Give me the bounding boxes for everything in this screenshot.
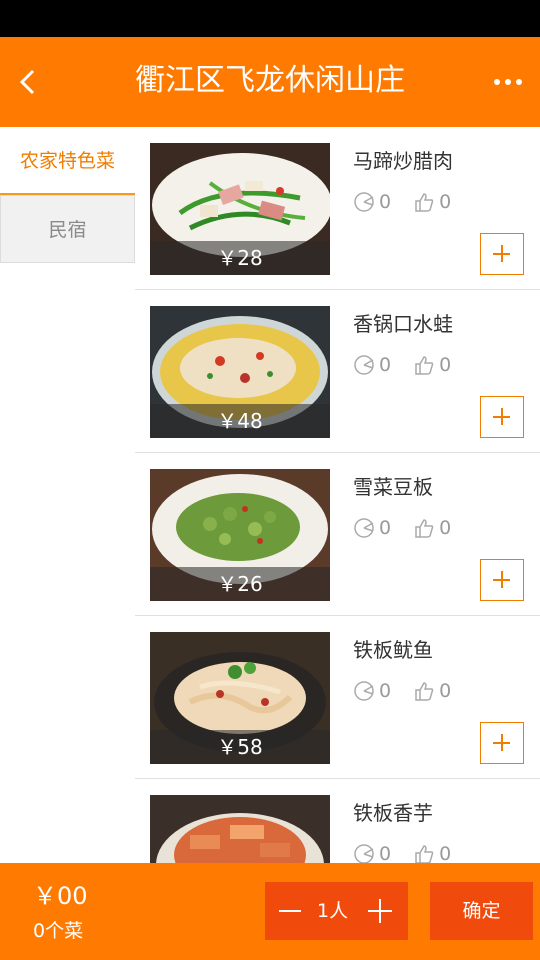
dish-name: 雪菜豆板 <box>353 475 433 499</box>
category-sidebar: 农家特色菜 民宿 <box>0 127 135 863</box>
thumbs-up-icon <box>415 682 434 701</box>
more-dots-icon <box>494 79 500 85</box>
dish-image: ￥28 <box>150 143 330 275</box>
view-count-icon <box>354 355 374 375</box>
dish-stats: 0 0 <box>353 352 473 378</box>
list-item[interactable]: ￥58 铁板鱿鱼 0 0 <box>135 616 540 779</box>
order-total: ￥00 <box>33 882 88 910</box>
list-item[interactable]: ￥48 香锅口水蛙 0 0 <box>135 290 540 453</box>
dish-price: ￥58 <box>217 735 263 759</box>
page-title: 衢江区飞龙休闲山庄 <box>135 63 405 98</box>
list-item[interactable]: ￥26 雪菜豆板 0 0 <box>135 453 540 616</box>
dish-name: 马蹄炒腊肉 <box>353 149 453 173</box>
people-count: 1人 <box>317 900 349 922</box>
dish-list[interactable]: ￥28 马蹄炒腊肉 0 0 ￥48 香锅口水蛙 0 0 ￥26 雪菜豆板 0 0… <box>135 127 540 863</box>
confirm-button[interactable]: 确定 <box>430 882 533 940</box>
dish-name: 铁板香芋 <box>353 801 433 825</box>
dish-image: ￥48 <box>150 306 330 438</box>
status-bar <box>0 0 540 37</box>
category-tab-homestay[interactable]: 民宿 <box>0 195 135 263</box>
dish-count: 0个菜 <box>33 920 84 942</box>
app-header: 衢江区飞龙休闲山庄 <box>0 37 540 127</box>
dish-stats: 0 0 <box>353 678 473 704</box>
dish-image: ￥58 <box>150 632 330 764</box>
add-to-cart-button[interactable] <box>480 233 524 275</box>
view-count-icon <box>354 192 374 212</box>
more-button[interactable] <box>484 62 532 102</box>
thumbs-up-icon <box>415 519 434 538</box>
like-count: 0 <box>439 354 452 376</box>
thumbs-up-icon <box>415 193 434 212</box>
like-count: 0 <box>439 843 452 863</box>
dish-stats: 0 0 <box>353 841 473 863</box>
dish-image <box>150 795 330 863</box>
people-stepper: 1人 <box>265 882 408 940</box>
thumbs-up-icon <box>415 845 434 863</box>
dish-price: ￥28 <box>217 246 263 270</box>
dish-price: ￥26 <box>217 572 263 596</box>
dish-name: 香锅口水蛙 <box>353 312 453 336</box>
like-count: 0 <box>439 680 452 702</box>
dish-price: ￥48 <box>217 409 263 433</box>
thumbs-up-icon <box>415 356 434 375</box>
view-count-icon <box>354 681 374 701</box>
more-dots-icon <box>505 79 511 85</box>
dish-name: 铁板鱿鱼 <box>353 638 433 662</box>
chevron-left-icon <box>19 69 35 95</box>
view-count-icon <box>354 844 374 863</box>
view-count: 0 <box>379 843 392 863</box>
more-dots-icon <box>516 79 522 85</box>
order-footer: ￥00 0个菜 1人 确定 <box>0 863 540 960</box>
increase-people-button[interactable] <box>368 899 392 923</box>
add-to-cart-button[interactable] <box>480 722 524 764</box>
dish-stats: 0 0 <box>353 515 473 541</box>
view-count: 0 <box>379 354 392 376</box>
add-to-cart-button[interactable] <box>480 559 524 601</box>
view-count: 0 <box>379 517 392 539</box>
decrease-people-button[interactable] <box>279 910 301 912</box>
list-item[interactable]: 铁板香芋 0 0 <box>135 779 540 863</box>
add-to-cart-button[interactable] <box>480 396 524 438</box>
dish-image: ￥26 <box>150 469 330 601</box>
view-count-icon <box>354 518 374 538</box>
back-button[interactable] <box>8 57 48 107</box>
like-count: 0 <box>439 517 452 539</box>
list-item[interactable]: ￥28 马蹄炒腊肉 0 0 <box>135 127 540 290</box>
view-count: 0 <box>379 680 392 702</box>
view-count: 0 <box>379 191 392 213</box>
category-tab-farm-dishes[interactable]: 农家特色菜 <box>0 127 135 196</box>
dish-stats: 0 0 <box>353 189 473 215</box>
like-count: 0 <box>439 191 452 213</box>
